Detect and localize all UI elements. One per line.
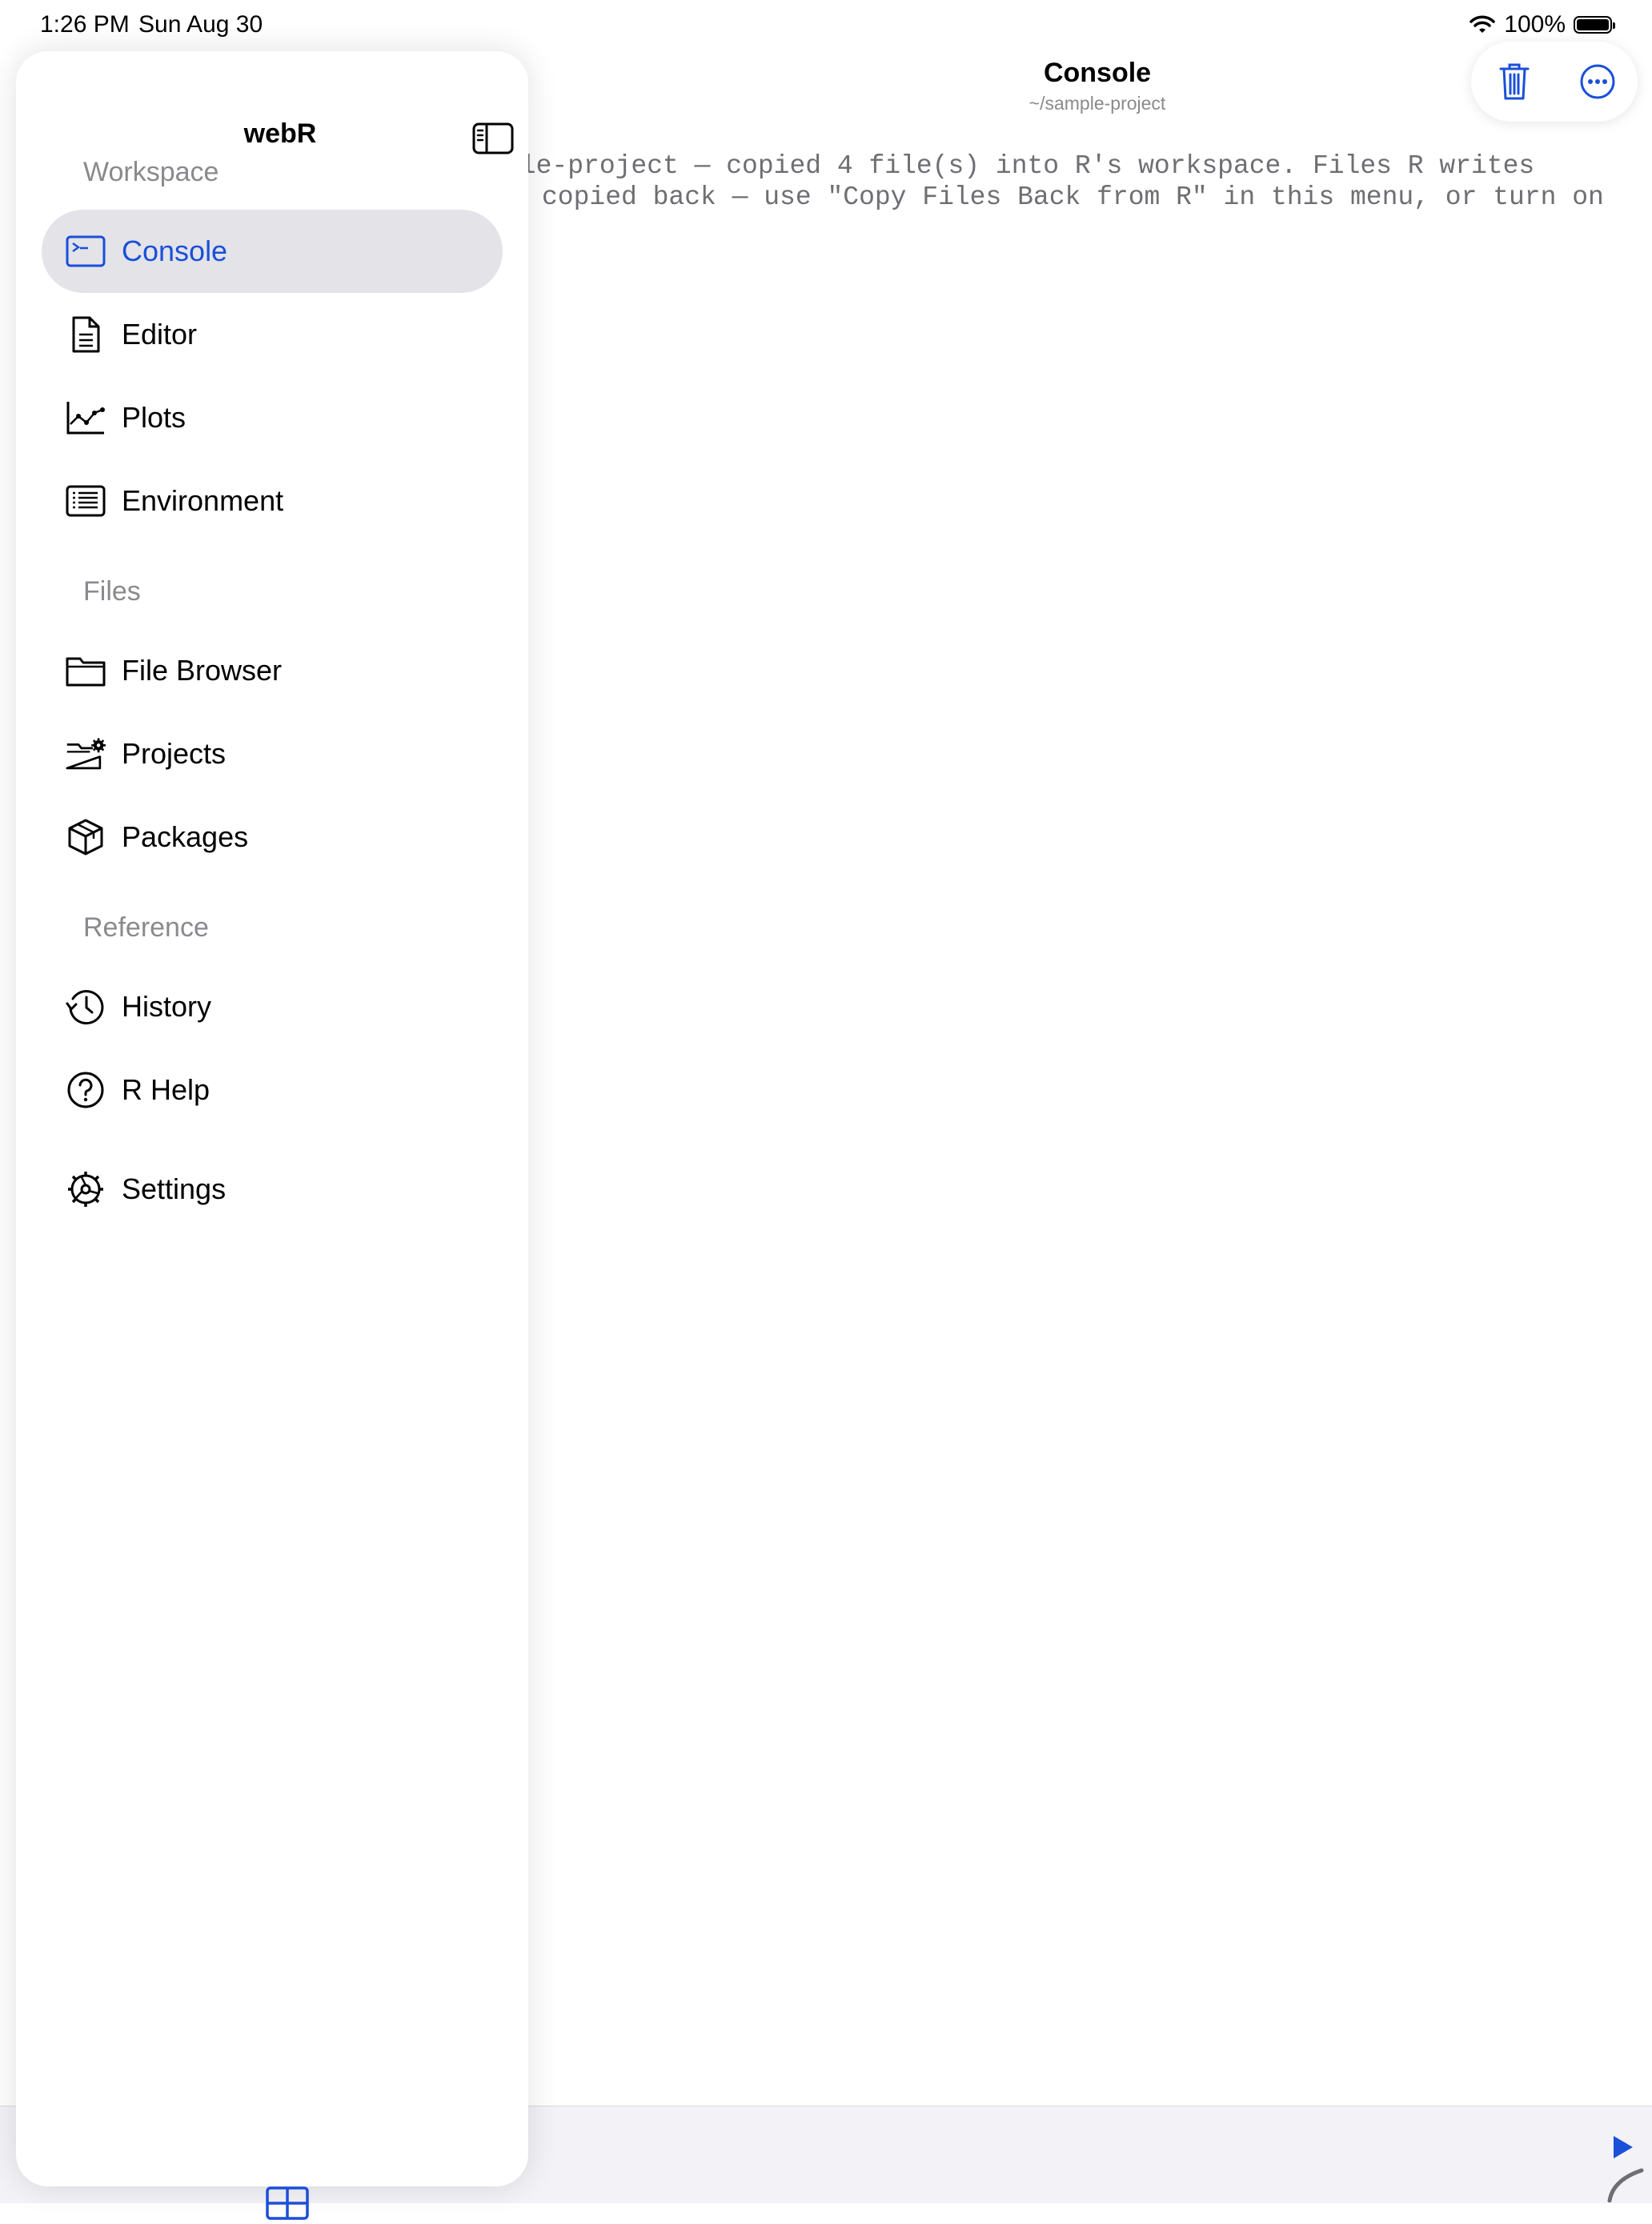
section-header-workspace: Workspace xyxy=(83,157,219,187)
play-icon xyxy=(1614,2136,1633,2158)
page-title: Console xyxy=(1043,58,1152,88)
console-output: ple-project — copied 4 file(s) into R's … xyxy=(504,150,1625,213)
list-icon xyxy=(66,483,106,519)
sidebar-item-label: Settings xyxy=(122,1172,227,1205)
sidebar-item-label: File Browser xyxy=(122,654,283,687)
sidebar-item-history[interactable]: History xyxy=(42,965,503,1048)
sidebar-toggle-button[interactable] xyxy=(472,121,514,156)
resize-handle[interactable] xyxy=(1605,2166,1645,2202)
sidebar-item-label: Console xyxy=(122,234,228,267)
run-button[interactable] xyxy=(1609,2134,1636,2161)
status-right: 100% xyxy=(1469,11,1615,38)
trash-icon xyxy=(1499,63,1530,100)
console-line: copied back — use "Copy Files Back from … xyxy=(542,182,1604,212)
status-time: 1:26 PM xyxy=(40,11,130,38)
sidebar-item-projects[interactable]: Projects xyxy=(42,712,503,795)
clear-console-button[interactable] xyxy=(1492,59,1537,104)
sidebar-item-label: Projects xyxy=(122,737,227,770)
sidebar-item-environment[interactable]: Environment xyxy=(42,459,503,543)
section-header-reference: Reference xyxy=(83,912,209,943)
battery-icon xyxy=(1574,16,1615,34)
terminal-icon xyxy=(66,234,106,269)
sidebar-item-console[interactable]: Console xyxy=(42,210,503,293)
sidebar-item-label: Environment xyxy=(122,484,284,517)
sidebar-item-label: Editor xyxy=(122,318,198,351)
history-icon xyxy=(66,989,106,1025)
console-line: ple-project — copied 4 file(s) into R's … xyxy=(504,151,1535,181)
folder-gear-icon xyxy=(66,736,106,771)
battery-level xyxy=(1577,19,1609,30)
document-icon xyxy=(66,316,106,353)
folder-icon xyxy=(66,653,106,688)
layout-toggle-button[interactable] xyxy=(266,2186,309,2220)
grid-icon xyxy=(266,2186,309,2220)
question-circle-icon xyxy=(66,1072,106,1108)
wifi-icon xyxy=(1470,15,1496,33)
section-header-files: Files xyxy=(83,576,141,607)
sidebar-icon xyxy=(472,122,514,154)
sidebar-item-settings[interactable]: Settings xyxy=(42,1148,503,1231)
sidebar-item-label: Plots xyxy=(122,401,186,434)
sidebar-item-label: R Help xyxy=(122,1073,211,1106)
more-button[interactable] xyxy=(1575,59,1620,104)
sidebar-item-editor[interactable]: Editor xyxy=(42,293,503,376)
sidebar-item-plots[interactable]: Plots xyxy=(42,376,503,459)
sidebar-item-packages[interactable]: Packages xyxy=(42,795,503,879)
sidebar-title: webR xyxy=(243,118,317,149)
sidebar-item-label: History xyxy=(122,990,212,1023)
sidebar-item-file-browser[interactable]: File Browser xyxy=(42,629,503,712)
ellipsis-circle-icon xyxy=(1580,64,1615,99)
sidebar-item-r-help[interactable]: R Help xyxy=(42,1048,503,1132)
toolbar xyxy=(1471,42,1638,122)
sidebar: webR Workspace Console Editor Plots Envi… xyxy=(16,51,528,2220)
sidebar-item-label: Packages xyxy=(122,820,249,853)
page-subtitle: ~/sample-project xyxy=(1028,93,1166,114)
line-chart-icon xyxy=(66,400,106,435)
gear-icon xyxy=(66,1172,106,1207)
battery-percent: 100% xyxy=(1504,11,1566,38)
status-date: Sun Aug 30 xyxy=(138,11,263,38)
package-icon xyxy=(66,819,106,856)
